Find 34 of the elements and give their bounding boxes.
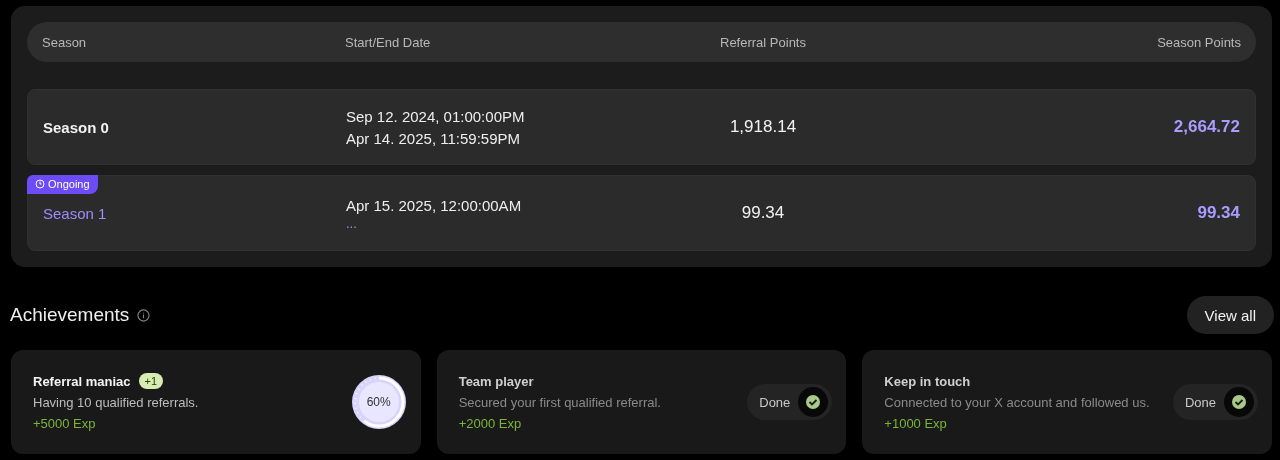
exp-reward: +2000 Exp: [458, 415, 523, 431]
achievement-description: Connected to your X account and followed us.: [884, 394, 1150, 410]
achievement-description: Having 10 qualified referrals.: [33, 395, 199, 410]
info-icon[interactable]: [137, 308, 151, 322]
done-status: Done: [1172, 384, 1258, 420]
progress-ring: 60%: [350, 374, 407, 430]
achievement-title: Keep in touch: [884, 373, 971, 389]
season-points: 2,664.72: [1173, 117, 1240, 137]
achievement-description: Secured your first qualified referral.: [458, 394, 661, 410]
season-name: Season 0: [43, 118, 109, 136]
season-points: 99.34: [1197, 203, 1240, 223]
done-status: Done: [747, 384, 833, 420]
exp-reward: +1000 Exp: [884, 415, 948, 431]
count-badge: +1: [138, 373, 164, 389]
column-header: Referral Points: [720, 34, 806, 50]
exp-reward: +5000 Exp: [33, 416, 97, 431]
referral-points: 1,918.14: [729, 117, 797, 137]
season-name: Season 1: [43, 204, 107, 222]
start-date: Apr 15. 2025, 12:00:00AM: [346, 197, 523, 214]
column-header: Start/End Date: [345, 34, 431, 50]
check-icon: [1224, 387, 1254, 417]
referral-points: 99.34: [741, 203, 785, 223]
badge-label: Ongoing: [48, 178, 90, 190]
achievement-title: Referral maniac: [33, 373, 131, 389]
column-header: Season Points: [1157, 34, 1241, 50]
view-all-button[interactable]: View all: [1186, 296, 1274, 334]
clock-icon: [35, 179, 45, 189]
check-icon: [798, 387, 829, 417]
column-header: Season: [42, 34, 87, 50]
achievement-title: Team player: [458, 373, 534, 389]
end-date: Apr 14. 2025, 11:59:59PM: [346, 129, 521, 147]
start-date: Sep 12. 2024, 01:00:00PM: [346, 107, 526, 125]
section-title: Achievements: [10, 304, 130, 326]
end-date: ...: [346, 219, 358, 229]
